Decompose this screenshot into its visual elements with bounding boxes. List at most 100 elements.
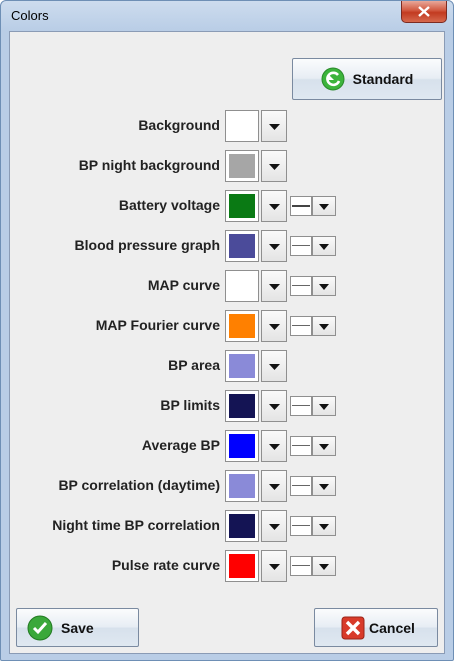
chevron-down-icon	[319, 564, 329, 570]
line-style-stroke	[292, 525, 310, 526]
color-row-label: Blood pressure graph	[74, 237, 220, 253]
color-dropdown-button[interactable]	[261, 270, 287, 302]
line-style-dropdown-button[interactable]	[312, 276, 336, 296]
chevron-down-icon	[269, 164, 280, 170]
color-row: BP limits	[10, 390, 446, 422]
cancel-button[interactable]: Cancel	[314, 608, 438, 647]
color-dropdown-button[interactable]	[261, 390, 287, 422]
title-bar: Colors	[1, 1, 453, 31]
cancel-button-label: Cancel	[369, 619, 415, 636]
color-row: MAP Fourier curve	[10, 310, 446, 342]
color-swatch[interactable]	[225, 510, 259, 542]
color-dropdown-button[interactable]	[261, 230, 287, 262]
color-row: MAP curve	[10, 270, 446, 302]
color-swatch[interactable]	[225, 350, 259, 382]
color-row-label: Pulse rate curve	[111, 557, 220, 573]
line-style-dropdown-button[interactable]	[312, 196, 336, 216]
line-style-preview[interactable]	[290, 396, 312, 416]
line-style-dropdown-button[interactable]	[312, 436, 336, 456]
color-swatch[interactable]	[225, 150, 259, 182]
color-swatch-fill	[229, 274, 255, 298]
line-style-dropdown-button[interactable]	[312, 236, 336, 256]
color-row-label: BP area	[168, 357, 220, 373]
color-row-label: Average BP	[141, 437, 220, 453]
color-row-label: Background	[138, 117, 220, 133]
line-style-preview[interactable]	[290, 276, 312, 296]
chevron-down-icon	[319, 204, 329, 210]
color-swatch-fill	[229, 154, 255, 178]
colors-dialog: Colors Standard Background BP night backg…	[0, 0, 454, 661]
color-dropdown-button[interactable]	[261, 150, 287, 182]
color-swatch[interactable]	[225, 550, 259, 582]
color-row: Background	[10, 110, 446, 142]
chevron-down-icon	[319, 524, 329, 530]
line-style-preview[interactable]	[290, 436, 312, 456]
color-row-label: MAP Fourier curve	[95, 317, 220, 333]
color-row: Battery voltage	[10, 190, 446, 222]
line-style-dropdown-button[interactable]	[312, 556, 336, 576]
color-swatch[interactable]	[225, 390, 259, 422]
chevron-down-icon	[269, 484, 280, 490]
line-style-stroke	[292, 445, 310, 446]
color-dropdown-button[interactable]	[261, 470, 287, 502]
color-swatch[interactable]	[225, 230, 259, 262]
chevron-down-icon	[269, 444, 280, 450]
color-swatch-fill	[229, 394, 255, 418]
line-style-dropdown-button[interactable]	[312, 476, 336, 496]
color-swatch[interactable]	[225, 110, 259, 142]
color-swatch-fill	[229, 194, 255, 218]
check-icon	[27, 615, 53, 640]
color-row-label: Battery voltage	[118, 197, 220, 213]
line-style-preview[interactable]	[290, 556, 312, 576]
line-style-stroke	[292, 565, 310, 566]
color-dropdown-button[interactable]	[261, 110, 287, 142]
chevron-down-icon	[269, 524, 280, 530]
reset-icon	[321, 67, 345, 91]
line-style-preview[interactable]	[290, 196, 312, 216]
chevron-down-icon	[269, 244, 280, 250]
line-style-dropdown-button[interactable]	[312, 516, 336, 536]
chevron-down-icon	[269, 124, 280, 130]
chevron-down-icon	[269, 364, 280, 370]
color-swatch[interactable]	[225, 270, 259, 302]
color-row: BP night background	[10, 150, 446, 182]
line-style-preview[interactable]	[290, 316, 312, 336]
save-button[interactable]: Save	[16, 608, 139, 647]
chevron-down-icon	[319, 244, 329, 250]
color-swatch[interactable]	[225, 470, 259, 502]
color-row: Blood pressure graph	[10, 230, 446, 262]
color-dropdown-button[interactable]	[261, 430, 287, 462]
line-style-preview[interactable]	[290, 476, 312, 496]
color-dropdown-button[interactable]	[261, 190, 287, 222]
chevron-down-icon	[319, 404, 329, 410]
color-row-label: MAP curve	[147, 277, 220, 293]
line-style-dropdown-button[interactable]	[312, 396, 336, 416]
color-swatch[interactable]	[225, 310, 259, 342]
color-swatch[interactable]	[225, 190, 259, 222]
line-style-preview[interactable]	[290, 516, 312, 536]
line-style-dropdown-button[interactable]	[312, 316, 336, 336]
line-style-stroke	[292, 285, 310, 286]
color-swatch[interactable]	[225, 430, 259, 462]
close-button[interactable]	[401, 1, 447, 23]
color-dropdown-button[interactable]	[261, 310, 287, 342]
color-row: Night time BP correlation	[10, 510, 446, 542]
color-swatch-fill	[229, 514, 255, 538]
color-row-label: BP night background	[78, 157, 220, 173]
color-dropdown-button[interactable]	[261, 510, 287, 542]
color-dropdown-button[interactable]	[261, 550, 287, 582]
chevron-down-icon	[319, 484, 329, 490]
close-icon	[418, 6, 430, 17]
chevron-down-icon	[319, 324, 329, 330]
color-row: Average BP	[10, 430, 446, 462]
standard-button-label: Standard	[352, 71, 414, 87]
color-swatch-fill	[229, 234, 255, 258]
color-swatch-fill	[229, 114, 255, 138]
line-style-preview[interactable]	[290, 236, 312, 256]
color-row-label: BP correlation (daytime)	[58, 477, 220, 493]
standard-button[interactable]: Standard	[292, 58, 442, 100]
color-dropdown-button[interactable]	[261, 350, 287, 382]
color-swatch-fill	[229, 474, 255, 498]
color-swatch-fill	[229, 554, 255, 578]
dialog-content: Standard Background BP night background Ba…	[9, 31, 445, 654]
